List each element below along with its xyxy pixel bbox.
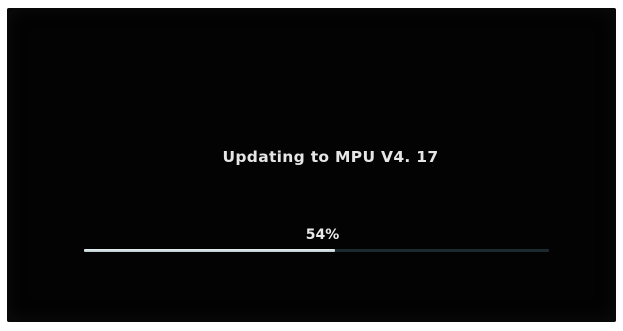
progress-bar bbox=[84, 249, 549, 252]
display-frame: Updating to MPU V4. 17 54% bbox=[0, 0, 623, 331]
update-screen: Updating to MPU V4. 17 54% bbox=[7, 8, 616, 322]
progress-bar-fill bbox=[84, 249, 336, 252]
progress-percent-label: 54% bbox=[305, 227, 340, 243]
update-title: Updating to MPU V4. 17 bbox=[222, 148, 439, 166]
